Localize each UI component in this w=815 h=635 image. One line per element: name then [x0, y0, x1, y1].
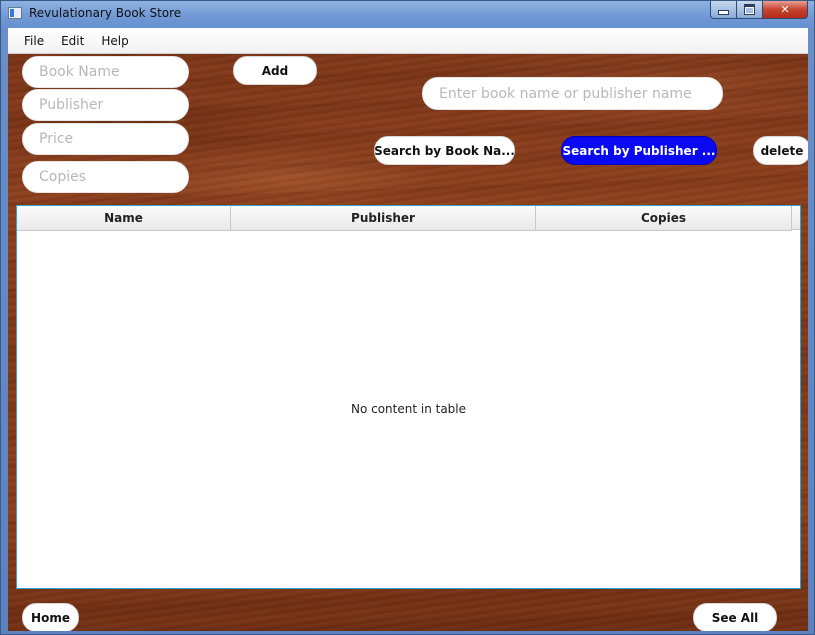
table-header: Name Publisher Copies — [17, 206, 792, 231]
table-header-corner — [792, 206, 800, 230]
delete-button[interactable]: delete — [753, 136, 808, 165]
window-controls: ✕ — [710, 1, 808, 20]
publisher-input[interactable] — [22, 89, 189, 121]
price-input[interactable] — [22, 123, 189, 155]
maximize-icon — [744, 4, 755, 15]
search-by-publisher-button[interactable]: Search by Publisher ... — [561, 136, 717, 165]
column-header-copies[interactable]: Copies — [536, 206, 792, 230]
close-icon: ✕ — [780, 3, 790, 16]
minimize-button[interactable] — [710, 1, 737, 19]
see-all-button[interactable]: See All — [693, 603, 777, 631]
add-button[interactable]: Add — [233, 56, 317, 85]
close-button[interactable]: ✕ — [763, 1, 808, 19]
client-area: File Edit Help Add Search by Book Na... … — [8, 28, 808, 631]
minimize-icon — [718, 10, 729, 15]
table-empty-message: No content in table — [350, 402, 467, 416]
book-name-input[interactable] — [22, 56, 189, 88]
app-icon — [8, 7, 22, 19]
books-table[interactable]: Name Publisher Copies No content in tabl… — [16, 205, 801, 589]
copies-input[interactable] — [22, 161, 189, 193]
menu-help[interactable]: Help — [93, 34, 136, 48]
window-title: Revulationary Book Store — [29, 6, 182, 20]
column-header-publisher[interactable]: Publisher — [231, 206, 536, 230]
title-bar[interactable]: Revulationary Book Store ✕ — [1, 1, 814, 28]
menu-file[interactable]: File — [16, 34, 52, 48]
search-by-book-button[interactable]: Search by Book Na... — [374, 136, 515, 165]
maximize-button[interactable] — [737, 1, 763, 19]
menu-edit[interactable]: Edit — [53, 34, 92, 48]
menu-bar: File Edit Help — [8, 28, 808, 54]
column-header-name[interactable]: Name — [17, 206, 231, 230]
search-input[interactable] — [422, 77, 723, 110]
home-button[interactable]: Home — [22, 603, 79, 631]
app-window: Revulationary Book Store ✕ File Edit Hel… — [0, 0, 815, 635]
